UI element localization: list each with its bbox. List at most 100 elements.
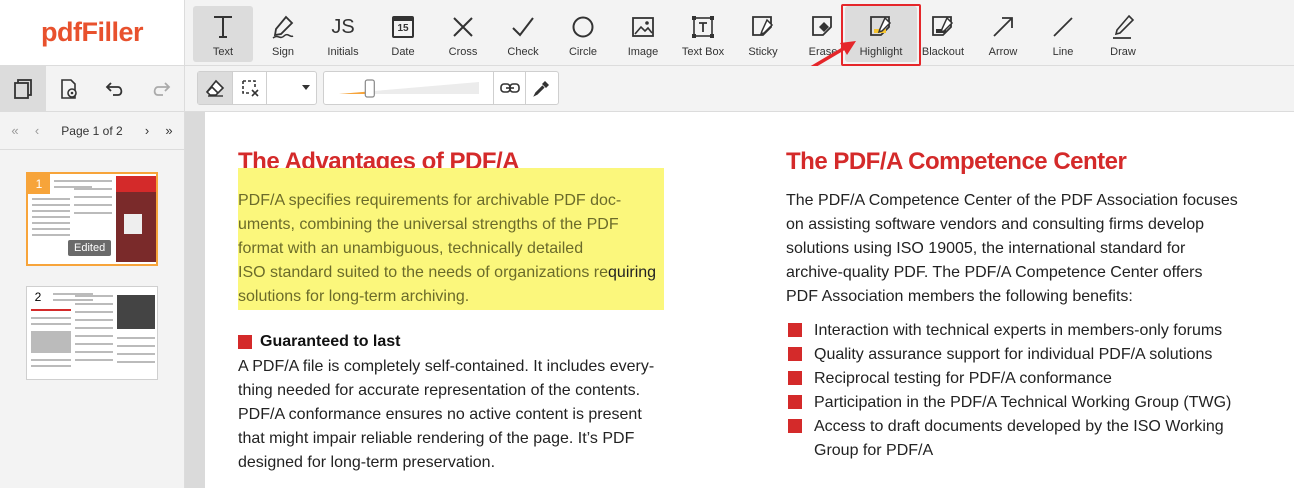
tool-label: Check — [507, 46, 539, 58]
document-viewport: The Advantages of PDF/A PDF/A specifies … — [185, 112, 1294, 488]
tool-label: Image — [627, 46, 659, 58]
link-icon — [499, 83, 520, 93]
tool-initials[interactable]: JS Initials — [313, 6, 373, 62]
page-thumbnail-2[interactable]: 2 — [26, 286, 158, 380]
eyedropper-icon — [533, 81, 549, 97]
draw-icon — [1113, 14, 1135, 39]
thumbnail-number: 2 — [34, 290, 42, 304]
eraser-button[interactable] — [198, 72, 234, 104]
edited-badge: Edited — [68, 240, 112, 256]
link-button[interactable] — [494, 72, 526, 104]
undo-button[interactable] — [92, 66, 138, 112]
line-icon — [1053, 17, 1073, 37]
page-label: Page 1 of 2 — [61, 123, 123, 138]
tool-label: Date — [391, 46, 415, 58]
clear-selection-button[interactable] — [233, 72, 267, 104]
opacity-control — [323, 71, 559, 105]
tool-date[interactable]: 15 Date — [373, 6, 433, 62]
tool-label: Sticky — [748, 46, 778, 58]
tool-text[interactable]: Text — [193, 6, 253, 62]
tool-label: Arrow — [988, 46, 1018, 58]
bullet-square-icon — [788, 395, 802, 409]
prev-page-icon[interactable]: ‹ — [26, 123, 48, 138]
last-page-icon[interactable]: » — [158, 123, 180, 138]
arrow-icon — [993, 17, 1013, 37]
redo-icon — [153, 82, 171, 96]
tool-label: Line — [1052, 46, 1074, 58]
thumbnail-figure — [31, 331, 71, 353]
tool-image[interactable]: Image — [613, 6, 673, 62]
check-icon — [512, 17, 534, 37]
next-page-icon[interactable]: › — [136, 123, 158, 138]
tool-options-bar — [185, 66, 1294, 112]
highlight-options — [197, 71, 317, 105]
pages-icon — [14, 79, 32, 99]
competence-center-paragraph: The PDF/A Competence Center of the PDF A… — [786, 192, 1238, 305]
list-item: Reciprocal testing for PDF/A conformance — [788, 367, 1231, 391]
sidebar-toolbar — [0, 66, 185, 112]
bullet-square-icon — [238, 335, 252, 349]
eyedropper-button[interactable] — [526, 72, 558, 104]
redo-button[interactable] — [138, 66, 184, 112]
list-item: Interaction with technical experts in me… — [788, 319, 1231, 343]
pdffiller-editor: pdfFiller Text Sign JS Initials 15 Date … — [0, 0, 1294, 488]
opacity-thumb[interactable] — [364, 79, 375, 98]
thumbnail-number: 1 — [28, 174, 50, 194]
page-navigator: « ‹ Page 1 of 2 › » — [0, 112, 184, 150]
page-settings-button[interactable] — [46, 66, 92, 112]
guaranteed-subheading: Guaranteed to last — [238, 333, 400, 351]
first-page-icon[interactable]: « — [4, 123, 26, 138]
text-icon — [214, 16, 232, 38]
brand-name: pdfFiller — [41, 17, 144, 47]
tool-arrow[interactable]: Arrow — [973, 6, 1033, 62]
tool-label: Draw — [1110, 46, 1136, 58]
image-icon — [632, 17, 654, 37]
benefits-list: Interaction with technical experts in me… — [788, 319, 1231, 463]
guaranteed-paragraph: A PDF/A file is completely self-containe… — [238, 358, 655, 471]
list-item: Quality assurance support for individual… — [788, 343, 1231, 367]
circle-icon — [572, 16, 594, 38]
tool-textbox[interactable]: Text Box — [673, 6, 733, 62]
tool-label: Text Box — [681, 46, 725, 58]
tool-label: Sign — [271, 46, 295, 58]
competence-center-heading: The PDF/A Competence Center — [786, 148, 1127, 175]
textbox-icon — [692, 16, 714, 38]
tool-line[interactable]: Line — [1033, 6, 1093, 62]
tool-label: Initials — [327, 46, 359, 58]
blackout-icon — [932, 16, 954, 36]
tool-check[interactable]: Check — [493, 6, 553, 62]
bullet-square-icon — [788, 371, 802, 385]
color-dropdown[interactable] — [267, 72, 316, 104]
undo-icon — [105, 82, 123, 96]
brand-logo[interactable]: pdfFiller — [0, 0, 185, 66]
highlight-icon — [870, 16, 892, 36]
tool-cross[interactable]: Cross — [433, 6, 493, 62]
main-toolbar: Text Sign JS Initials 15 Date Cross Chec… — [185, 0, 1294, 66]
calendar-icon: 15 — [392, 16, 414, 38]
chevron-down-icon — [302, 85, 310, 90]
tool-draw[interactable]: Draw — [1093, 6, 1153, 62]
tool-blackout[interactable]: Blackout — [913, 6, 973, 62]
tool-label: Cross — [448, 46, 478, 58]
thumbnail-cover-banner — [116, 176, 156, 192]
tool-sign[interactable]: Sign — [253, 6, 313, 62]
bullet-square-icon — [788, 323, 802, 337]
page-thumbnail-1[interactable]: 1 Edited — [26, 172, 158, 266]
bullet-square-icon — [788, 419, 802, 433]
opacity-slider[interactable] — [324, 72, 494, 104]
eraser-icon — [206, 79, 225, 97]
opacity-track — [338, 79, 479, 98]
cross-icon — [453, 17, 473, 37]
list-item: Participation in the PDF/A Technical Wor… — [788, 391, 1231, 415]
tool-label: Highlight — [859, 46, 903, 58]
clear-selection-icon — [241, 80, 259, 97]
tool-circle[interactable]: Circle — [553, 6, 613, 62]
tool-sticky[interactable]: Sticky — [733, 6, 793, 62]
document-page[interactable]: The Advantages of PDF/A PDF/A specifies … — [205, 112, 1294, 488]
initials-icon: JS — [331, 15, 355, 38]
bullet-square-icon — [788, 347, 802, 361]
calendar-day: 15 — [397, 23, 409, 34]
thumbnail-sidebar-block — [117, 295, 155, 329]
pages-button[interactable] — [0, 66, 46, 112]
tool-label: Text — [212, 46, 234, 58]
